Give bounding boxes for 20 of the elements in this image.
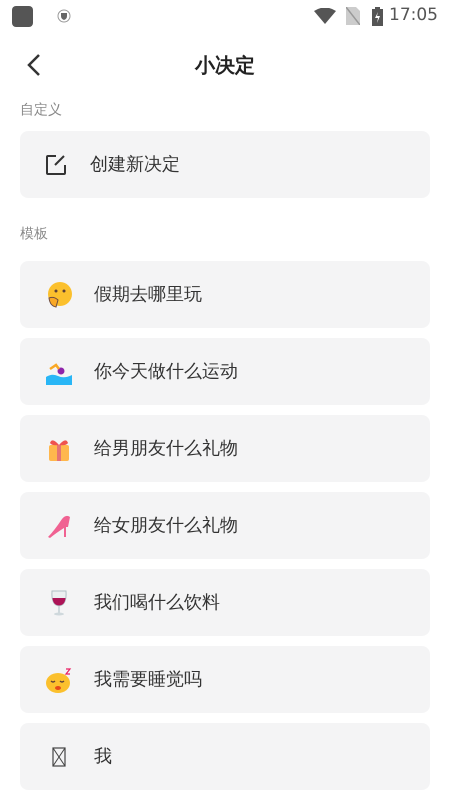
wifi-icon [314,8,336,24]
template-item[interactable]: 你今天做什么运动 [20,338,430,405]
page-title: 小决定 [195,52,255,79]
template-item[interactable]: 我 [20,723,430,790]
edit-icon [44,152,68,176]
missing-glyph-icon [52,746,66,766]
status-time: 17:05 [389,4,438,28]
app-icon [12,6,33,26]
no-sim-icon [346,7,360,25]
template-item[interactable]: 我们喝什么饮料 [20,569,430,636]
template-item[interactable]: 给女朋友什么礼物 [20,492,430,559]
shield-icon [57,9,71,23]
template-item[interactable]: 我需要睡觉吗 [20,646,430,713]
battery-charging-icon [372,6,383,26]
section-label: 自定义 [20,101,63,120]
template-item[interactable]: 给男朋友什么礼物 [20,415,430,482]
template-item[interactable]: 假期去哪里玩 [20,261,430,328]
back-icon [27,53,41,77]
section-label: 模板 [20,225,49,244]
create-decision-item[interactable]: 创建新决定 [20,131,430,198]
